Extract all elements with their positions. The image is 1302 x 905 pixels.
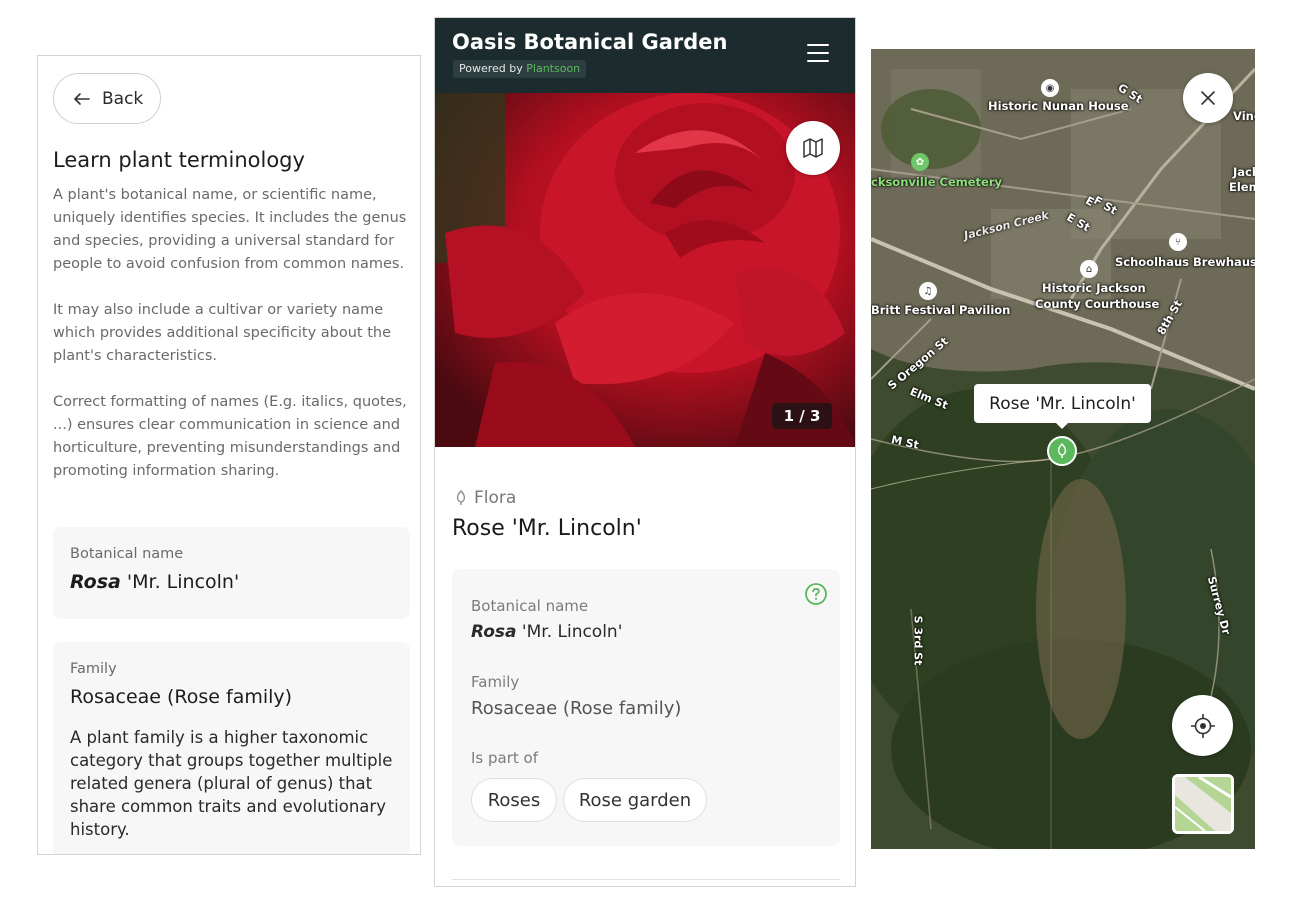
chip-rose-garden[interactable]: Rose garden [563, 778, 707, 822]
plant-detail-panel: Oasis Botanical Garden Powered by Plants… [434, 17, 856, 887]
back-button[interactable]: Back [53, 73, 161, 124]
terminology-paragraph: A plant's botanical name, or scientific … [53, 187, 407, 272]
powered-by-text: Powered by [459, 62, 523, 75]
botanical-name-label: Botanical name [70, 546, 184, 562]
map-label-pavilion: Britt Festival Pavilion [871, 303, 1011, 317]
close-map-button[interactable] [1183, 73, 1233, 123]
help-icon[interactable] [804, 582, 828, 606]
leaf-icon [456, 490, 466, 505]
crosshair-icon [1190, 713, 1215, 738]
map-label-schoolhaus: Schoolhaus Brewhaus [1115, 255, 1255, 269]
locate-me-button[interactable] [1172, 695, 1233, 756]
camera-poi-icon[interactable]: ◉ [1041, 79, 1059, 97]
genus-text: Rosa [70, 571, 121, 593]
arrow-left-icon [74, 92, 90, 105]
family-label: Family [70, 661, 117, 677]
part-of-label: Is part of [471, 749, 538, 767]
plant-info-card: Botanical name Rosa 'Mr. Lincoln' Family… [452, 569, 840, 846]
map-layer-toggle-button[interactable] [1172, 774, 1234, 834]
chip-roses[interactable]: Roses [471, 778, 557, 822]
terminology-paragraph: Correct formatting of names (E.g. italic… [53, 394, 407, 479]
family-card: Family Rosaceae (Rose family) A plant fa… [53, 642, 410, 854]
map-label-courthouse-1: Historic Jackson [1042, 281, 1146, 295]
brand-name: Plantsoon [526, 62, 581, 75]
street-map-thumbnail-icon [1175, 777, 1231, 831]
plant-map-tooltip: Rose 'Mr. Lincoln' [974, 384, 1151, 423]
map-label-eleme: Eleme [1229, 180, 1255, 194]
tooltip-arrow [1055, 422, 1069, 429]
back-label: Back [102, 88, 144, 109]
music-poi-icon[interactable]: ♫ [919, 282, 937, 300]
map-label-3rd-st: S 3rd St [911, 615, 925, 666]
map-label-nunan: Historic Nunan House [988, 99, 1129, 113]
botanical-name-label: Botanical name [471, 597, 589, 615]
botanical-name-card: Botanical name Rosa 'Mr. Lincoln' [53, 527, 410, 619]
map-panel[interactable]: Historic Nunan House ◉ cksonville Cemete… [871, 49, 1255, 849]
botanical-name-value: Rosa 'Mr. Lincoln' [70, 571, 239, 593]
landmark-poi-icon[interactable]: ⌂ [1080, 260, 1098, 278]
plant-name: Rose 'Mr. Lincoln' [452, 516, 642, 541]
map-icon [803, 138, 823, 158]
terminology-panel: Back Learn plant terminology A plant's b… [37, 55, 421, 855]
family-description: A plant family is a higher taxonomic cat… [70, 728, 393, 839]
map-label-jack: Jack [1233, 165, 1255, 179]
terminology-paragraph: It may also include a cultivar or variet… [53, 302, 392, 364]
divider [452, 879, 840, 880]
hamburger-menu-icon[interactable] [807, 44, 829, 62]
genus-text: Rosa [471, 622, 517, 642]
botanical-name-value: Rosa 'Mr. Lincoln' [471, 622, 622, 642]
category-text: Flora [474, 488, 517, 508]
family-label: Family [471, 673, 520, 691]
map-label-courthouse-2: County Courthouse [1035, 297, 1160, 311]
app-header: Oasis Botanical Garden Powered by Plants… [435, 18, 855, 93]
map-view-button[interactable] [786, 121, 840, 175]
cultivar-text: 'Mr. Lincoln' [516, 622, 623, 642]
restaurant-poi-icon[interactable]: ⑂ [1169, 233, 1187, 251]
photo-counter: 1 / 3 [772, 403, 832, 429]
plant-location-pin-icon[interactable] [1047, 436, 1077, 466]
map-label-cemetery: cksonville Cemetery [871, 175, 1003, 189]
close-icon [1201, 91, 1215, 105]
map-label-wine: Vine c [1233, 109, 1255, 123]
cemetery-poi-icon[interactable]: ✿ [911, 153, 929, 171]
powered-by-badge: Powered by Plantsoon [453, 60, 587, 78]
family-value: Rosaceae (Rose family) [471, 698, 682, 719]
cultivar-text: 'Mr. Lincoln' [120, 571, 240, 593]
terminology-title: Learn plant terminology [53, 148, 305, 172]
garden-title: Oasis Botanical Garden [452, 30, 728, 54]
category-label: Flora [454, 488, 516, 508]
leaf-icon [1057, 443, 1067, 458]
family-value: Rosaceae (Rose family) [70, 686, 293, 708]
